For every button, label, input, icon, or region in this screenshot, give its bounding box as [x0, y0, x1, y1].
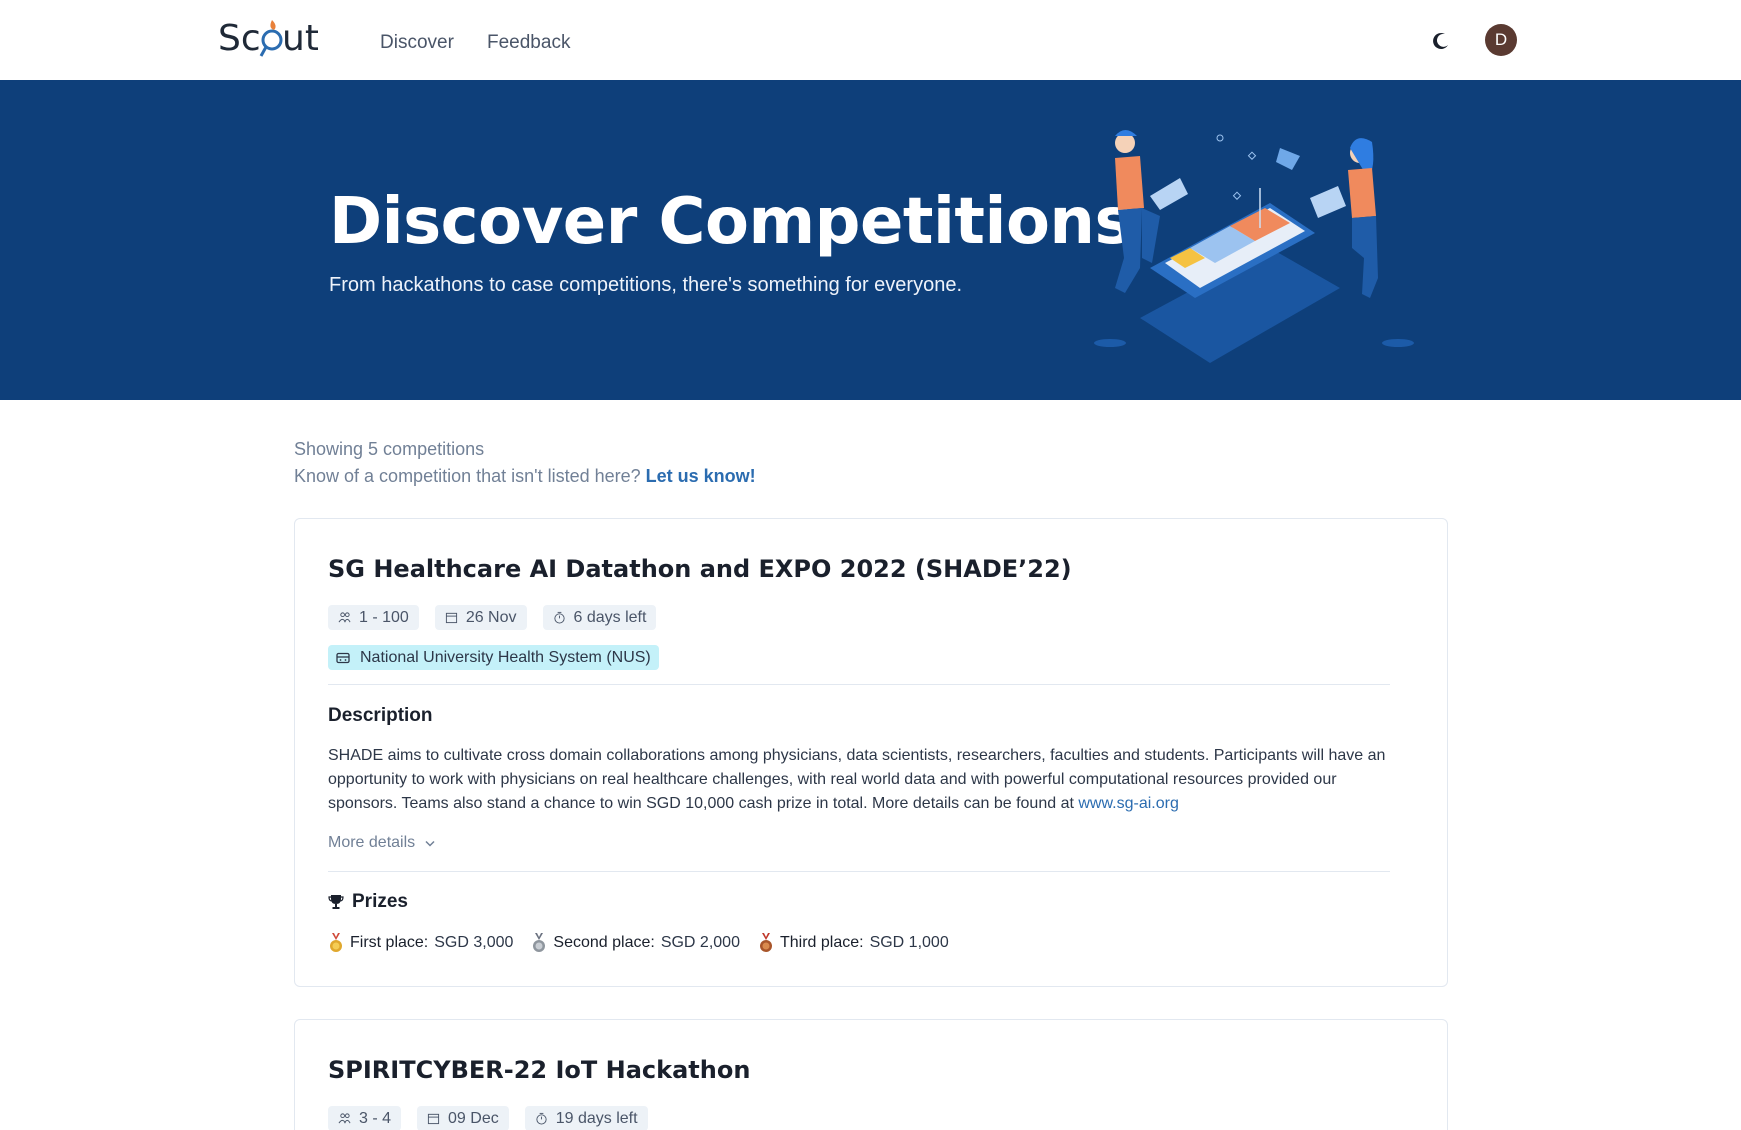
- competition-card: SG Healthcare AI Datathon and EXPO 2022 …: [294, 518, 1448, 987]
- divider: [328, 871, 1390, 872]
- nav-discover-link[interactable]: Discover: [380, 32, 454, 54]
- hero-illustration: [1094, 130, 1414, 363]
- bronze-medal-icon: [759, 933, 772, 952]
- chevron-down-icon: [425, 840, 435, 847]
- hero-banner: Discover Competitions From hackathons to…: [0, 80, 1741, 400]
- team-icon: [338, 612, 351, 623]
- organizer-text: National University Health System (NUS): [360, 648, 651, 666]
- building-icon: [336, 652, 350, 663]
- time-left-tag: 19 days left: [524, 1106, 648, 1130]
- svg-text:ut: ut: [282, 18, 318, 59]
- avatar[interactable]: D: [1485, 24, 1517, 56]
- prize-label: Second place:: [553, 934, 655, 951]
- prize-label: Third place:: [779, 934, 864, 951]
- competition-tags: 1 - 100 26 Nov 6 days left: [328, 605, 657, 630]
- competition-title[interactable]: SPIRITCYBER-22 IoT Hackathon: [328, 1056, 750, 1084]
- time-left-text: 6 days left: [573, 608, 647, 626]
- description-text: SHADE aims to cultivate cross domain col…: [328, 744, 1390, 816]
- page-title: Discover Competitions: [329, 185, 1133, 259]
- team-size-text: 1 - 100: [359, 608, 409, 626]
- scout-logo[interactable]: Sc ut: [218, 16, 319, 62]
- silver-medal-icon: [533, 933, 546, 952]
- prize-value: SGD 1,000: [869, 934, 949, 951]
- date-text: 26 Nov: [465, 608, 517, 626]
- team-icon: [338, 1113, 351, 1124]
- prize-value: SGD 3,000: [434, 934, 514, 951]
- team-size-text: 3 - 4: [359, 1109, 392, 1127]
- time-left-text: 19 days left: [555, 1109, 638, 1127]
- prize-label: First place:: [350, 934, 429, 951]
- let-us-know-link[interactable]: Let us know!: [646, 466, 756, 486]
- top-nav: Sc ut Discover Feedback D: [0, 0, 1741, 80]
- time-left-tag: 6 days left: [542, 605, 657, 630]
- team-size-tag: 1 - 100: [328, 605, 419, 630]
- moon-icon[interactable]: [1430, 30, 1452, 52]
- trophy-icon: [328, 895, 344, 909]
- more-details-toggle[interactable]: More details: [328, 834, 435, 852]
- page-subtitle: From hackathons to case competitions, th…: [329, 274, 963, 296]
- prizes-heading-text: Prizes: [352, 891, 408, 912]
- divider: [328, 684, 1390, 685]
- prize-first: First place: SGD 3,000: [328, 933, 513, 953]
- competition-card: SPIRITCYBER-22 IoT Hackathon 3 - 4 09 De…: [294, 1019, 1448, 1130]
- stopwatch-icon: [553, 611, 565, 624]
- suggest-text: Know of a competition that isn't listed …: [294, 466, 641, 486]
- description-body: SHADE aims to cultivate cross domain col…: [328, 747, 1386, 812]
- competition-tags: 3 - 4 09 Dec 19 days left: [328, 1106, 648, 1130]
- date-tag: 26 Nov: [434, 605, 527, 630]
- logo-mark: Sc ut: [218, 18, 319, 59]
- nav-feedback-link[interactable]: Feedback: [487, 32, 570, 54]
- competition-title[interactable]: SG Healthcare AI Datathon and EXPO 2022 …: [328, 555, 1072, 583]
- suggest-prompt: Know of a competition that isn't listed …: [294, 463, 756, 490]
- stopwatch-icon: [536, 1112, 547, 1125]
- calendar-icon: [427, 1113, 440, 1125]
- date-text: 09 Dec: [448, 1109, 499, 1127]
- prize-value: SGD 2,000: [660, 934, 740, 951]
- prizes-heading: Prizes: [328, 891, 408, 913]
- results-count: Showing 5 competitions: [294, 439, 485, 459]
- organizer-tag: National University Health System (NUS): [328, 645, 659, 670]
- svg-text:Sc: Sc: [218, 18, 261, 59]
- gold-medal-icon: [330, 933, 342, 952]
- prize-third: Third place: SGD 1,000: [758, 933, 949, 953]
- prize-list: First place: SGD 3,000 Second place: SGD…: [328, 933, 949, 953]
- calendar-icon: [445, 612, 457, 624]
- results-summary: Showing 5 competitions Know of a competi…: [294, 436, 756, 490]
- prize-second: Second place: SGD 2,000: [531, 933, 740, 953]
- description-heading: Description: [328, 705, 433, 726]
- date-tag: 09 Dec: [417, 1106, 509, 1130]
- description-link[interactable]: www.sg-ai.org: [1078, 795, 1178, 812]
- more-details-label: More details: [328, 834, 416, 851]
- team-size-tag: 3 - 4: [328, 1106, 402, 1130]
